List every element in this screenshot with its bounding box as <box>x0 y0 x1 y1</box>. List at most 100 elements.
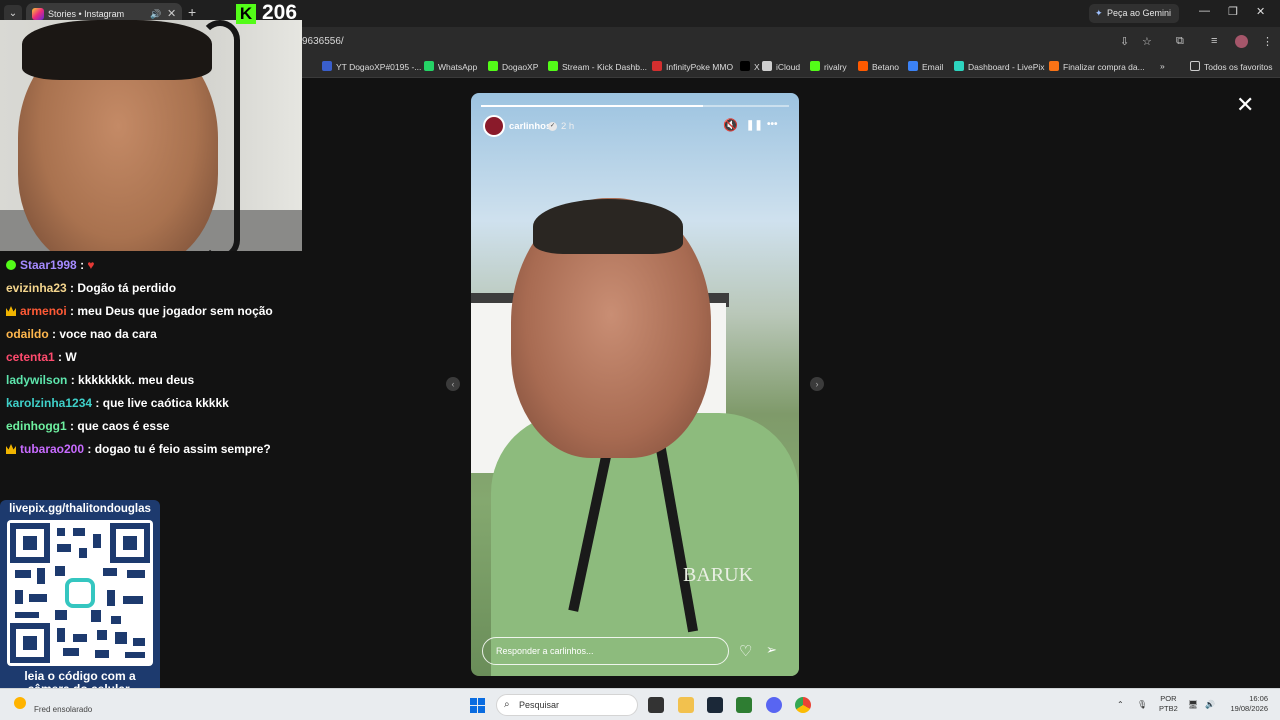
chat-message: cetenta1 : W <box>6 350 77 364</box>
story-user-avatar[interactable] <box>483 115 505 137</box>
bookmark-favicon-icon <box>322 61 332 71</box>
chat-message: ladywilson : kkkkkkkk. meu deus <box>6 373 195 387</box>
story-username[interactable]: carlinhos <box>509 121 551 132</box>
chat-text: que caos é esse <box>77 419 170 433</box>
bookmark-star-icon[interactable]: ☆ <box>1142 35 1152 48</box>
like-heart-icon[interactable]: ♡ <box>739 642 752 660</box>
bookmark-item[interactable]: Dashboard - LivePix <box>954 61 1045 72</box>
bookmark-favicon-icon <box>810 61 820 71</box>
chat-text: W <box>65 350 77 364</box>
tab-title: Stories • Instagram <box>48 9 125 19</box>
weather-widget[interactable]: Fred ensolarado <box>34 705 92 714</box>
viewer-count: 206 <box>262 1 298 24</box>
headset-icon <box>200 20 240 251</box>
chat-message: Staar1998 : ♥ <box>6 258 95 272</box>
crown-badge-icon <box>6 306 16 316</box>
email-icon <box>908 61 918 71</box>
bookmark-item[interactable]: iCloud <box>762 61 800 72</box>
minimize-button[interactable]: — <box>1199 5 1210 17</box>
bookmark-item[interactable]: Stream - Kick Dashb... <box>548 61 647 72</box>
send-icon[interactable]: ➢ <box>766 642 777 658</box>
microphone-icon[interactable]: 🎙 <box>1137 700 1147 709</box>
chat-username: cetenta1 <box>6 350 55 364</box>
weather-sun-icon[interactable] <box>14 697 26 709</box>
network-icon[interactable]: 🖥 <box>1188 700 1198 709</box>
livepix-url: livepix.gg/thalitondouglas <box>9 503 151 515</box>
kick-logo-icon: K <box>236 4 256 24</box>
profile-avatar[interactable] <box>1235 35 1248 48</box>
install-app-icon[interactable]: ⇩ <box>1120 35 1129 48</box>
taskbar-clock[interactable]: 16:06 19/08/2026 <box>1228 694 1268 714</box>
pause-icon[interactable]: ❚❚ <box>746 120 763 131</box>
verified-icon: ✓ <box>548 122 557 131</box>
browser-menu-icon[interactable]: ⋮ <box>1262 35 1273 48</box>
windows-start-icon[interactable] <box>470 698 485 713</box>
more-options-icon[interactable]: ••• <box>767 119 778 130</box>
gemini-button[interactable]: Peça ao Gemini <box>1089 4 1180 23</box>
extensions-icon[interactable]: ⧉ <box>1176 35 1184 48</box>
task-view-icon[interactable] <box>648 697 664 713</box>
chat-text: dogao tu é feio assim sempre? <box>94 442 271 456</box>
steam-icon[interactable] <box>707 697 723 713</box>
folder-icon <box>1190 61 1200 71</box>
bookmark-item[interactable]: InfinityPoke MMO <box>652 61 733 72</box>
shirt-brand-text: BARUK <box>683 564 754 586</box>
bookmark-item[interactable]: rivalry <box>810 61 847 72</box>
bookmark-item[interactable]: Email <box>908 61 943 72</box>
chat-username: karolzinha1234 <box>6 396 93 410</box>
story-prev-button[interactable]: ‹ <box>446 377 460 391</box>
bookmark-item[interactable]: Finalizar compra da... <box>1049 61 1145 72</box>
chat-text: Dogão tá perdido <box>77 281 177 295</box>
restore-button[interactable]: ❐ <box>1228 5 1238 18</box>
chat-username: odaildo <box>6 327 49 341</box>
bookmarks-more-button[interactable]: » <box>1160 61 1165 71</box>
chat-username: tubarao200 <box>20 442 85 456</box>
chat-username: Staar1998 <box>20 258 77 272</box>
taskbar-search-input[interactable]: ⌕ Pesquisar <box>496 694 638 716</box>
crown-badge-icon <box>6 444 16 454</box>
bookmark-item[interactable]: X <box>740 61 760 72</box>
media-control-icon[interactable]: ≡ <box>1211 35 1217 47</box>
story-reply-input[interactable]: Responder a carlinhos... <box>482 637 729 665</box>
chat-message: odaildo : voce nao da cara <box>6 327 157 341</box>
app-icon[interactable] <box>736 697 752 713</box>
whatsapp-icon <box>424 61 434 71</box>
tray-expand-icon[interactable]: ⌃ <box>1117 700 1124 709</box>
icloud-icon <box>762 61 772 71</box>
url-field[interactable]: 9636556/ <box>302 36 344 47</box>
close-story-button[interactable]: ✕ <box>1236 92 1254 118</box>
discord-icon[interactable] <box>766 697 782 713</box>
new-tab-button[interactable]: + <box>188 4 196 20</box>
chat-message: edinhogg1 : que caos é esse <box>6 419 170 433</box>
chat-text: que live caótica kkkkk <box>102 396 229 410</box>
bookmark-favicon-icon <box>652 61 662 71</box>
all-bookmarks-button[interactable]: Todos os favoritos <box>1190 61 1273 72</box>
chat-message: evizinha23 : Dogão tá perdido <box>6 281 177 295</box>
screen: ⌄ Stories • Instagram 🔊 ✕ + Peça ao Gemi… <box>0 0 1280 720</box>
story-progress-fill <box>481 105 703 107</box>
bookmark-item[interactable]: Betano <box>858 61 899 72</box>
windows-taskbar: Fred ensolarado ⌕ Pesquisar ⌃ 🎙 POR PTB2… <box>0 688 1280 720</box>
language-indicator[interactable]: POR PTB2 <box>1159 694 1178 714</box>
story-next-button[interactable]: › <box>810 377 824 391</box>
webcam-hair <box>22 20 212 80</box>
bookmark-item[interactable]: DogaoXP <box>488 61 538 72</box>
webcam-feed <box>0 20 302 251</box>
chat-username: armenoi <box>20 304 67 318</box>
file-explorer-icon[interactable] <box>678 697 694 713</box>
chat-message: armenoi : meu Deus que jogador sem noção <box>6 304 273 318</box>
chat-text: voce nao da cara <box>59 327 157 341</box>
bookmark-item[interactable]: WhatsApp <box>424 61 477 72</box>
heart-icon: ♥ <box>87 258 95 272</box>
volume-icon[interactable]: 🔊 <box>1205 700 1215 709</box>
qr-code-icon <box>7 520 153 666</box>
instagram-story[interactable]: BARUK carlinhos ✓ 2 h 🔇 ❚❚ ••• Responder… <box>471 93 799 676</box>
livepix-icon <box>954 61 964 71</box>
chat-text: kkkkkkkk. meu deus <box>78 373 195 387</box>
mute-icon[interactable]: 🔇 <box>723 118 738 132</box>
chrome-icon[interactable] <box>795 697 811 713</box>
story-person-hair <box>533 199 683 254</box>
chat-text: meu Deus que jogador sem noção <box>77 304 273 318</box>
bookmark-item[interactable]: YT DogaoXP#0195 -... <box>322 61 421 72</box>
window-close-button[interactable]: ✕ <box>1256 5 1265 18</box>
